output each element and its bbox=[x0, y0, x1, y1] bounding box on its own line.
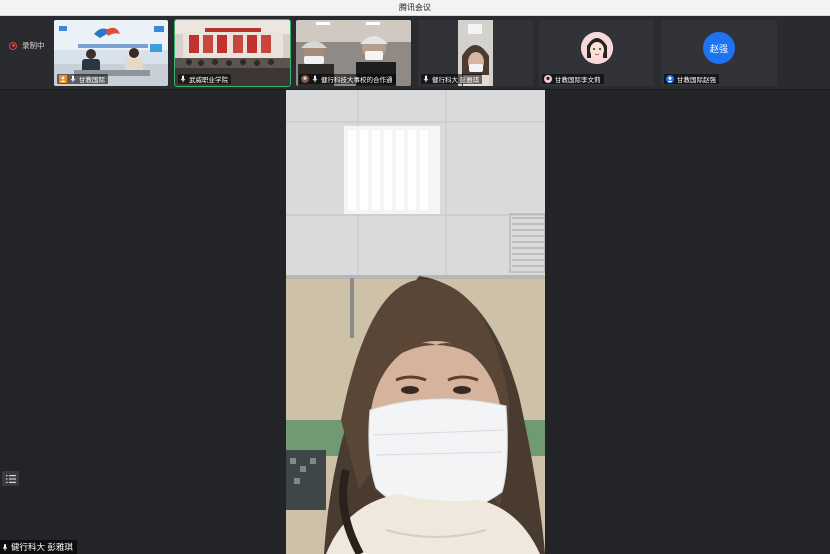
active-speaker-name-tag: 健行科大 彭雅琪 bbox=[0, 540, 77, 554]
main-video-image bbox=[286, 90, 545, 554]
cartoon-avatar-icon bbox=[580, 32, 613, 64]
mic-icon bbox=[180, 75, 186, 83]
participant-name: 武威职业学院 bbox=[189, 77, 228, 84]
main-stage: 健行科大 彭雅琪 bbox=[0, 90, 830, 554]
list-icon bbox=[5, 474, 16, 483]
mic-icon bbox=[2, 543, 8, 551]
avatar-icon bbox=[301, 75, 309, 83]
participant-strip: 录制中 甘教国际 武威职业学院 健行科技大事校的合作通 健行科大 彭雅琪 甘教国… bbox=[0, 16, 830, 90]
participant-name-tag: 健行科大 彭雅琪 bbox=[421, 74, 483, 84]
list-view-button[interactable] bbox=[2, 471, 19, 486]
window-title: 腾讯会议 bbox=[399, 3, 431, 12]
participant-name-tag: 甘教国际李文莉 bbox=[542, 74, 604, 84]
participant-name-tag: 武威职业学院 bbox=[178, 74, 231, 84]
participant-name: 健行科技大事校的合作通 bbox=[321, 77, 393, 84]
avatar-icon bbox=[544, 75, 552, 83]
participant-name: 甘教国际赵强 bbox=[677, 77, 716, 84]
main-video-feed[interactable] bbox=[286, 90, 545, 554]
window-titlebar: 腾讯会议 bbox=[0, 0, 830, 16]
mic-icon bbox=[312, 75, 318, 83]
recording-label: 录制中 bbox=[22, 41, 45, 50]
participant-name: 甘教国际李文莉 bbox=[555, 77, 601, 84]
participant-name: 健行科大 彭雅琪 bbox=[432, 77, 480, 84]
active-speaker-name: 健行科大 彭雅琪 bbox=[11, 542, 73, 552]
user-orange-icon bbox=[59, 75, 67, 83]
avatar-icon bbox=[666, 75, 674, 83]
profile-avatar bbox=[580, 32, 613, 64]
participant-name-tag: 健行科技大事校的合作通 bbox=[299, 74, 396, 84]
participant-name-tag: 甘教国际赵强 bbox=[664, 74, 719, 84]
recording-indicator[interactable]: 录制中 bbox=[9, 40, 45, 51]
participant-name-tag: 甘教国际 bbox=[57, 74, 108, 84]
participant-tile-4[interactable]: 健行科大 彭雅琪 bbox=[418, 20, 533, 86]
participant-name: 甘教国际 bbox=[79, 77, 105, 84]
mic-icon bbox=[70, 75, 76, 83]
participant-tile-3[interactable]: 健行科技大事校的合作通 bbox=[296, 20, 411, 86]
participant-tile-6[interactable]: 赵强 甘教国际赵强 bbox=[661, 20, 777, 86]
participant-tile-2[interactable]: 武威职业学院 bbox=[174, 19, 291, 87]
mic-icon bbox=[423, 75, 429, 83]
participant-tile-1[interactable]: 甘教国际 bbox=[54, 20, 168, 86]
record-icon bbox=[9, 41, 17, 50]
participant-tile-5[interactable]: 甘教国际李文莉 bbox=[539, 20, 654, 86]
profile-avatar: 赵强 bbox=[703, 32, 735, 64]
